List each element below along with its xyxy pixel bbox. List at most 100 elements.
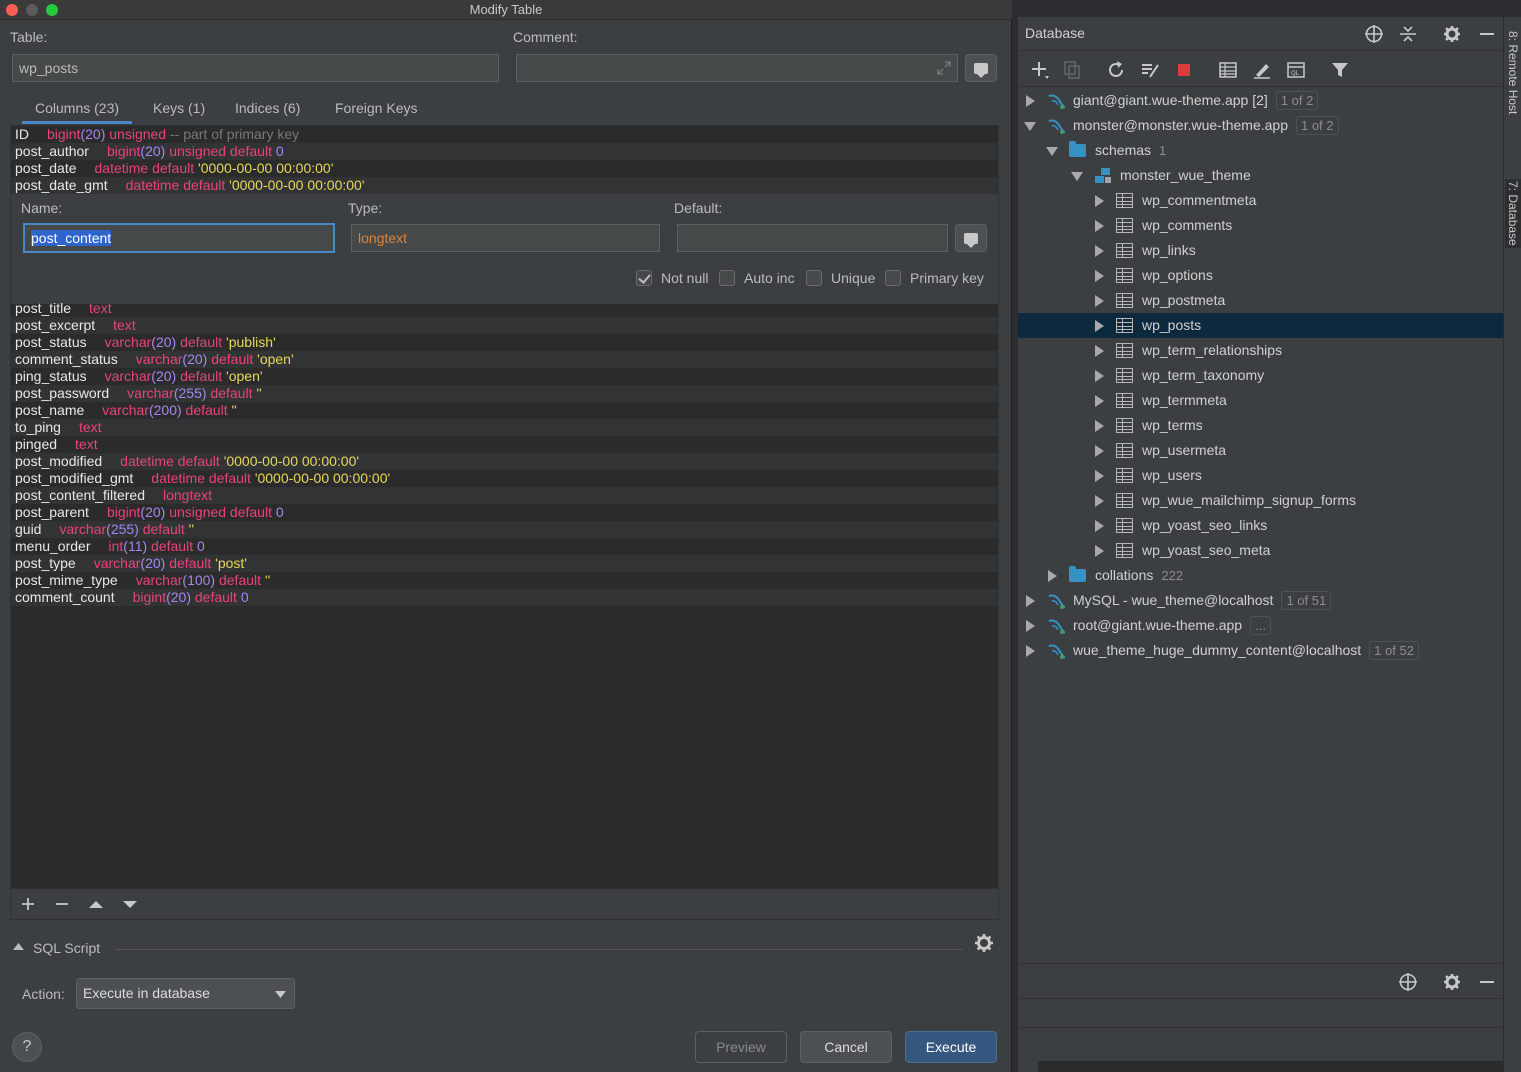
- expand-down-icon[interactable]: [1046, 147, 1058, 156]
- expand-down-icon[interactable]: [1071, 172, 1083, 181]
- table-view-icon[interactable]: [1218, 60, 1238, 80]
- move-up-button[interactable]: [85, 894, 107, 916]
- tree-table-item[interactable]: wp_yoast_seo_meta: [1018, 538, 1503, 563]
- column-row[interactable]: guid varchar(255) default '': [11, 521, 998, 538]
- action-select[interactable]: Execute in database: [76, 978, 295, 1009]
- preview-button[interactable]: Preview: [695, 1031, 787, 1063]
- gear-icon[interactable]: [1442, 972, 1462, 992]
- column-row[interactable]: post_status varchar(20) default 'publish': [11, 334, 998, 351]
- hide-icon[interactable]: [1477, 972, 1497, 992]
- refresh-icon[interactable]: [1106, 60, 1126, 80]
- gear-icon[interactable]: [1442, 24, 1462, 44]
- tree-table-item[interactable]: wp_usermeta: [1018, 438, 1503, 463]
- expand-right-icon[interactable]: [1026, 645, 1035, 657]
- expand-right-icon[interactable]: [1095, 395, 1104, 407]
- column-row[interactable]: post_title text: [11, 300, 998, 317]
- column-row[interactable]: post_parent bigint(20) unsigned default 0: [11, 504, 998, 521]
- tree-table-item[interactable]: wp_wue_mailchimp_signup_forms: [1018, 488, 1503, 513]
- tab-indices[interactable]: Indices (6): [235, 98, 300, 124]
- column-default-input[interactable]: [677, 224, 948, 252]
- minimize-window-button[interactable]: [26, 4, 38, 16]
- tab-keys[interactable]: Keys (1): [153, 98, 205, 124]
- column-row[interactable]: menu_order int(11) default 0: [11, 538, 998, 555]
- tab-foreign-keys[interactable]: Foreign Keys: [335, 98, 417, 124]
- expand-right-icon[interactable]: [1095, 470, 1104, 482]
- table-name-input[interactable]: wp_posts: [12, 54, 499, 82]
- collapse-arrow-icon[interactable]: [13, 942, 24, 950]
- hide-icon[interactable]: [1477, 24, 1497, 44]
- expand-right-icon[interactable]: [1026, 620, 1035, 632]
- expand-right-icon[interactable]: [1095, 195, 1104, 207]
- tree-table-item[interactable]: wp_termmeta: [1018, 388, 1503, 413]
- tree-table-item[interactable]: wp_yoast_seo_links: [1018, 513, 1503, 538]
- expand-right-icon[interactable]: [1048, 570, 1057, 582]
- remove-column-button[interactable]: [51, 894, 73, 916]
- comment-input[interactable]: [516, 54, 958, 82]
- column-row[interactable]: ID bigint(20) unsigned -- part of primary…: [11, 126, 998, 143]
- column-row[interactable]: comment_status varchar(20) default 'open': [11, 351, 998, 368]
- expand-right-icon[interactable]: [1026, 95, 1035, 107]
- tree-folder-item[interactable]: collations 222: [1018, 563, 1503, 588]
- comment-bubble-button[interactable]: [965, 54, 997, 82]
- tree-table-item[interactable]: wp_users: [1018, 463, 1503, 488]
- zoom-window-button[interactable]: [46, 4, 58, 16]
- column-row[interactable]: post_password varchar(255) default '': [11, 385, 998, 402]
- column-row[interactable]: post_content_filtered longtext: [11, 487, 998, 504]
- primary-key-checkbox[interactable]: [885, 270, 901, 286]
- target-icon[interactable]: [1398, 972, 1418, 992]
- column-row[interactable]: post_author bigint(20) unsigned default 0: [11, 143, 998, 160]
- expand-right-icon[interactable]: [1095, 495, 1104, 507]
- edit-icon[interactable]: [1252, 60, 1272, 80]
- expand-right-icon[interactable]: [1095, 445, 1104, 457]
- move-down-button[interactable]: [119, 894, 141, 916]
- column-row[interactable]: post_type varchar(20) default 'post': [11, 555, 998, 572]
- column-row[interactable]: post_modified_gmt datetime default '0000-…: [11, 470, 998, 487]
- expand-down-icon[interactable]: [1024, 122, 1036, 131]
- tree-folder-item[interactable]: schemas 1: [1018, 138, 1503, 163]
- default-bubble-button[interactable]: [955, 224, 987, 252]
- column-type-input[interactable]: longtext: [351, 224, 660, 252]
- column-row[interactable]: post_date datetime default '0000-00-00 00…: [11, 160, 998, 177]
- column-row[interactable]: post_excerpt text: [11, 317, 998, 334]
- database-tab[interactable]: 7: Database: [1505, 179, 1521, 248]
- tree-table-item[interactable]: wp_postmeta: [1018, 288, 1503, 313]
- tree-table-item[interactable]: wp_posts: [1018, 313, 1503, 338]
- tree-datasource-item[interactable]: wue_theme_huge_dummy_content@localhost 1 …: [1018, 638, 1503, 663]
- column-row[interactable]: post_modified datetime default '0000-00-0…: [11, 453, 998, 470]
- expand-right-icon[interactable]: [1095, 420, 1104, 432]
- column-name-input[interactable]: post_content: [23, 223, 335, 253]
- tree-table-item[interactable]: wp_links: [1018, 238, 1503, 263]
- expand-right-icon[interactable]: [1095, 270, 1104, 282]
- target-icon[interactable]: [1364, 24, 1384, 44]
- not-null-checkbox[interactable]: [636, 270, 652, 286]
- tree-folder-item[interactable]: monster_wue_theme: [1018, 163, 1503, 188]
- expand-right-icon[interactable]: [1095, 245, 1104, 257]
- tree-table-item[interactable]: wp_comments: [1018, 213, 1503, 238]
- expand-right-icon[interactable]: [1095, 345, 1104, 357]
- tab-columns[interactable]: Columns (23): [22, 98, 133, 124]
- tree-table-item[interactable]: wp_terms: [1018, 413, 1503, 438]
- unique-checkbox[interactable]: [806, 270, 822, 286]
- column-row[interactable]: post_date_gmt datetime default '0000-00-0…: [11, 177, 998, 194]
- add-column-button[interactable]: [17, 894, 39, 916]
- column-row[interactable]: to_ping text: [11, 419, 998, 436]
- column-row[interactable]: pinged text: [11, 436, 998, 453]
- help-button[interactable]: ?: [12, 1032, 42, 1062]
- gear-icon[interactable]: [974, 933, 994, 953]
- tree-datasource-item[interactable]: MySQL - wue_theme@localhost 1 of 51: [1018, 588, 1503, 613]
- expand-right-icon[interactable]: [1095, 520, 1104, 532]
- close-window-button[interactable]: [6, 4, 18, 16]
- column-row[interactable]: post_name varchar(200) default '': [11, 402, 998, 419]
- remote-host-tab[interactable]: 8: Remote Host: [1505, 31, 1521, 114]
- tree-datasource-item[interactable]: root@giant.wue-theme.app...: [1018, 613, 1503, 638]
- tree-datasource-item[interactable]: giant@giant.wue-theme.app [2] 1 of 2: [1018, 88, 1503, 113]
- column-row[interactable]: ping_status varchar(20) default 'open': [11, 368, 998, 385]
- stop-icon[interactable]: [1174, 60, 1194, 80]
- expand-right-icon[interactable]: [1095, 220, 1104, 232]
- copy-icon[interactable]: [1062, 60, 1082, 80]
- collapse-all-icon[interactable]: [1398, 24, 1418, 44]
- expand-right-icon[interactable]: [1095, 545, 1104, 557]
- plus-icon[interactable]: [1030, 60, 1050, 80]
- cancel-button[interactable]: Cancel: [800, 1031, 892, 1063]
- expand-right-icon[interactable]: [1026, 595, 1035, 607]
